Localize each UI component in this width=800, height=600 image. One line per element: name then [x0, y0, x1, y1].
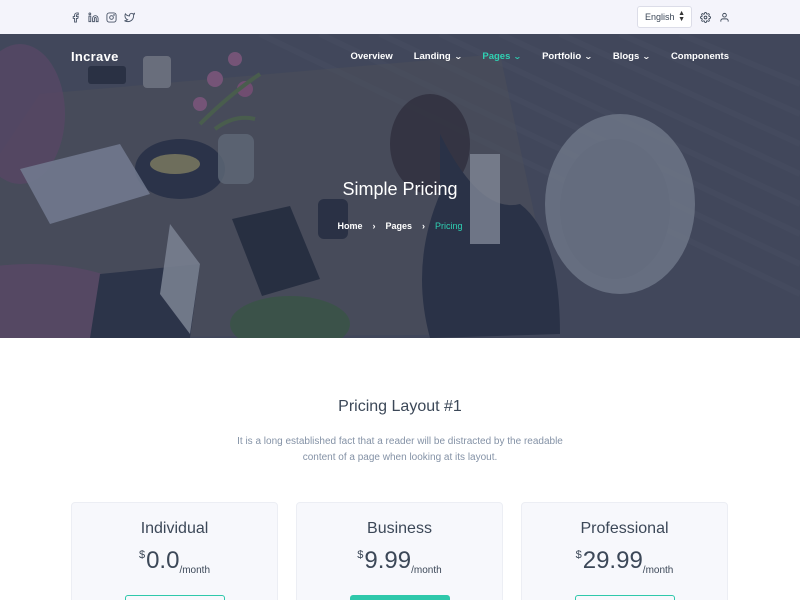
top-right-controls: English ▲ ▼ — [637, 6, 730, 28]
currency-symbol: $ — [357, 549, 364, 561]
plan-button-professional[interactable] — [575, 595, 675, 600]
chevron-down-icon: ⌄ — [453, 51, 463, 61]
chevron-right-icon: › — [422, 221, 426, 231]
pricing-card-business: Business $ 9.99 /month — [296, 502, 503, 600]
top-utility-bar: English ▲ ▼ — [0, 0, 800, 34]
pricing-cards: Individual $ 0.0 /month Business $ 9.99 … — [71, 502, 729, 600]
plan-price: $ 9.99 /month — [297, 547, 502, 576]
breadcrumb-home[interactable]: Home — [337, 221, 362, 231]
price-period: /month — [642, 565, 674, 576]
breadcrumb-current: Pricing — [435, 221, 463, 231]
page-title: Simple Pricing — [342, 179, 458, 199]
nav-item-components[interactable]: Components — [671, 51, 729, 62]
nav-item-pages[interactable]: Pages ⌄ — [482, 50, 523, 62]
price-amount: 0.0 — [146, 547, 180, 574]
nav-item-label: Landing — [413, 50, 451, 62]
chevron-down-icon: ⌄ — [584, 51, 593, 61]
plan-name: Professional — [580, 520, 669, 537]
nav-item-label: Components — [670, 50, 729, 62]
nav-item-label: Blogs — [612, 50, 640, 62]
hero-banner: Incrave Overview Landing ⌄ Pages ⌄ Portfolio ⌄… — [0, 34, 800, 338]
plan-name: Business — [367, 520, 432, 537]
plan-button-business[interactable] — [350, 595, 450, 600]
nav-item-label: Pages — [482, 50, 511, 62]
main-navbar: Incrave Overview Landing ⌄ Pages ⌄ Portfolio ⌄… — [0, 34, 800, 78]
chevron-down-icon: ⌄ — [513, 51, 523, 61]
section-title: Pricing Layout #1 — [338, 398, 462, 415]
breadcrumb-pages[interactable]: Pages — [385, 221, 412, 231]
plan-price: $ 29.99 /month — [522, 547, 727, 576]
plan-button-individual[interactable] — [125, 595, 225, 600]
facebook-icon[interactable] — [70, 11, 81, 23]
twitter-icon[interactable] — [124, 11, 135, 23]
nav-item-label: Overview — [350, 50, 393, 62]
section-description: It is a long established fact that a rea… — [237, 436, 563, 463]
price-period: /month — [411, 565, 442, 576]
nav-item-blogs[interactable]: Blogs ⌄ — [612, 50, 651, 62]
language-select[interactable]: English ▲ ▼ — [637, 6, 692, 28]
nav-item-label: Portfolio — [542, 50, 582, 62]
breadcrumb: Home › Pages › Pricing — [0, 221, 800, 231]
pricing-card-professional: Professional $ 29.99 /month — [521, 502, 728, 600]
pricing-card-individual: Individual $ 0.0 /month — [71, 502, 278, 600]
chevron-right-icon: › — [372, 221, 376, 231]
user-icon[interactable] — [719, 12, 730, 23]
currency-symbol: $ — [575, 549, 582, 561]
price-amount: 9.99 — [364, 547, 412, 574]
nav-item-portfolio[interactable]: Portfolio ⌄ — [542, 50, 593, 62]
language-value: English — [645, 12, 675, 22]
gear-icon[interactable] — [700, 11, 711, 23]
select-arrows-icon: ▲ ▼ — [678, 10, 685, 23]
plan-price: $ 0.0 /month — [72, 547, 277, 576]
nav-menu: Overview Landing ⌄ Pages ⌄ Portfolio ⌄ Blogs ⌄ Co… — [350, 51, 729, 62]
brand-logo[interactable]: Incrave — [71, 49, 119, 64]
nav-item-overview[interactable]: Overview — [350, 51, 392, 62]
chevron-down-icon: ⌄ — [642, 51, 651, 61]
price-period: /month — [179, 565, 211, 576]
nav-item-landing[interactable]: Landing ⌄ — [413, 50, 463, 62]
social-links — [70, 11, 135, 23]
price-amount: 29.99 — [582, 547, 643, 574]
plan-name: Individual — [140, 520, 209, 537]
instagram-icon[interactable] — [106, 11, 117, 23]
currency-symbol: $ — [138, 549, 146, 561]
linkedin-icon[interactable] — [88, 11, 99, 23]
